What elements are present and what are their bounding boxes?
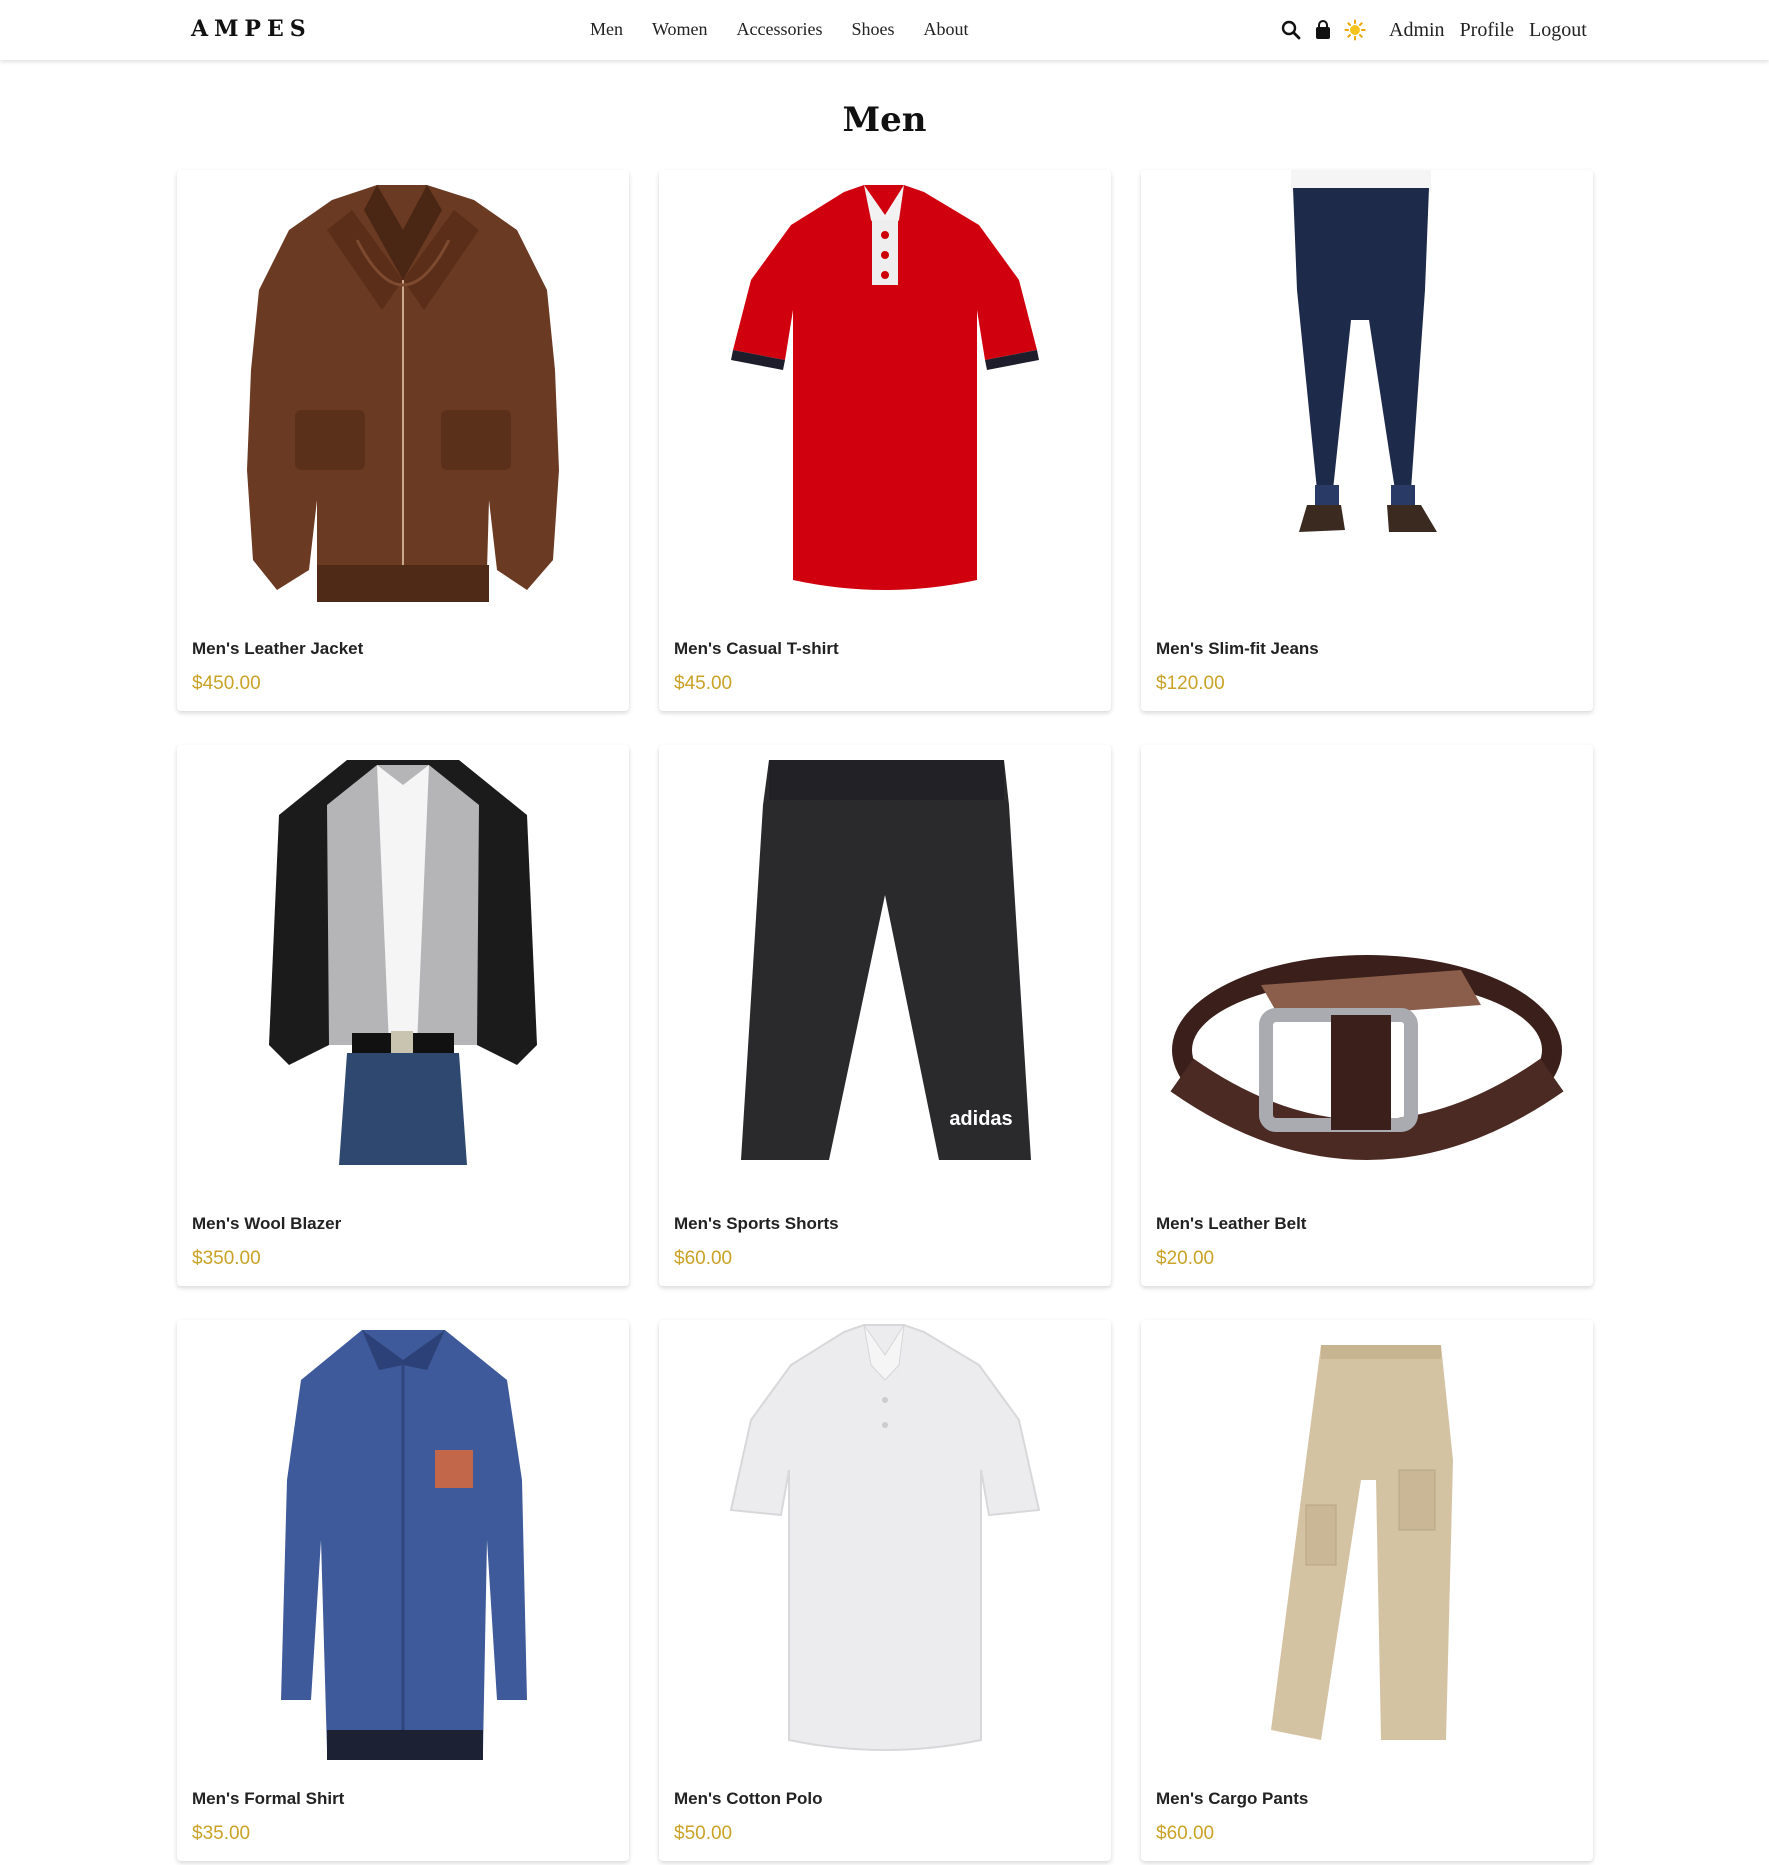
product-name[interactable]: Men's Slim-fit Jeans — [1156, 639, 1319, 659]
white-polo-image — [729, 1324, 1041, 1751]
nav-shoes[interactable]: Shoes — [852, 19, 895, 40]
product-name[interactable]: Men's Sports Shorts — [674, 1214, 839, 1234]
product-name[interactable]: Men's Wool Blazer — [192, 1214, 341, 1234]
product-grid: Men's Leather Jacket $450.00 Men's Casua… — [177, 170, 1593, 1861]
product-name[interactable]: Men's Leather Jacket — [192, 639, 363, 659]
nav-women[interactable]: Women — [652, 19, 708, 40]
product-name[interactable]: Men's Cargo Pants — [1156, 1789, 1308, 1809]
product-card[interactable]: Men's Wool Blazer $350.00 — [177, 745, 629, 1286]
blazer-image — [269, 760, 537, 1165]
product-price: $450.00 — [192, 673, 261, 694]
user-nav: Admin Profile Logout — [1278, 17, 1587, 43]
product-price: $120.00 — [1156, 673, 1225, 694]
product-card[interactable]: Men's Leather Belt $20.00 — [1141, 745, 1593, 1286]
product-card[interactable]: Men's Cargo Pants $60.00 — [1141, 1320, 1593, 1861]
product-card[interactable]: Men's Leather Jacket $450.00 — [177, 170, 629, 711]
brand-logo[interactable]: AMPES — [191, 16, 312, 42]
product-price: $20.00 — [1156, 1248, 1215, 1269]
shopping-bag-icon[interactable] — [1310, 17, 1336, 43]
leather-jacket-image — [247, 185, 559, 602]
leather-belt-image — [1170, 955, 1564, 1160]
sports-shorts-image: adidas — [741, 760, 1031, 1160]
page-title: Men — [842, 100, 927, 140]
product-card[interactable]: Men's Cotton Polo $50.00 — [659, 1320, 1111, 1861]
product-price: $350.00 — [192, 1248, 261, 1269]
product-card[interactable]: Men's Casual T-shirt $45.00 — [659, 170, 1111, 711]
main-nav: Men Women Accessories Shoes About — [590, 19, 998, 40]
jeans-image — [1291, 170, 1437, 532]
product-name[interactable]: Men's Formal Shirt — [192, 1789, 344, 1809]
top-navbar: AMPES Men Women Accessories Shoes About — [0, 0, 1769, 60]
product-name[interactable]: Men's Leather Belt — [1156, 1214, 1306, 1234]
cargo-pants-image — [1271, 1345, 1453, 1740]
formal-shirt-image — [281, 1330, 527, 1760]
admin-link[interactable]: Admin — [1389, 19, 1445, 42]
product-name[interactable]: Men's Casual T-shirt — [674, 639, 839, 659]
product-price: $50.00 — [674, 1823, 733, 1844]
svg-text:adidas: adidas — [949, 1108, 1012, 1130]
product-price: $60.00 — [674, 1248, 733, 1269]
search-icon[interactable] — [1278, 17, 1304, 43]
product-price: $45.00 — [674, 673, 733, 694]
profile-link[interactable]: Profile — [1460, 19, 1514, 42]
product-price: $35.00 — [192, 1823, 251, 1844]
product-price: $60.00 — [1156, 1823, 1215, 1844]
product-card[interactable]: adidas Men's Sports Shorts $60.00 — [659, 745, 1111, 1286]
product-card[interactable]: Men's Formal Shirt $35.00 — [177, 1320, 629, 1861]
product-name[interactable]: Men's Cotton Polo — [674, 1789, 823, 1809]
logout-link[interactable]: Logout — [1529, 19, 1587, 42]
nav-accessories[interactable]: Accessories — [737, 19, 823, 40]
red-polo-image — [731, 185, 1039, 590]
nav-about[interactable]: About — [924, 19, 969, 40]
product-card[interactable]: Men's Slim-fit Jeans $120.00 — [1141, 170, 1593, 711]
nav-men[interactable]: Men — [590, 19, 623, 40]
sun-icon[interactable] — [1342, 17, 1368, 43]
